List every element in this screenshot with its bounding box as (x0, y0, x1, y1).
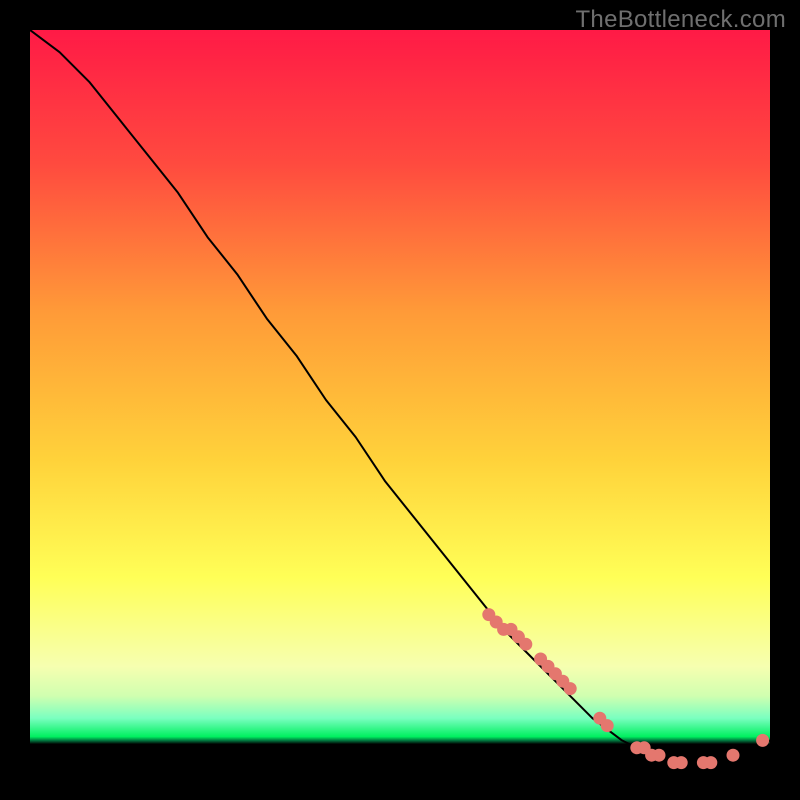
data-point (727, 749, 740, 762)
chart-frame: TheBottleneck.com (0, 0, 800, 800)
data-point (756, 734, 769, 747)
watermark-text: TheBottleneck.com (575, 6, 786, 34)
plot-area (30, 30, 770, 770)
data-point (704, 756, 717, 769)
data-point (601, 719, 614, 732)
data-point (653, 749, 666, 762)
data-point (519, 638, 532, 651)
gradient-background (30, 30, 770, 770)
chart-svg (30, 30, 770, 770)
data-point (564, 682, 577, 695)
data-point (675, 756, 688, 769)
